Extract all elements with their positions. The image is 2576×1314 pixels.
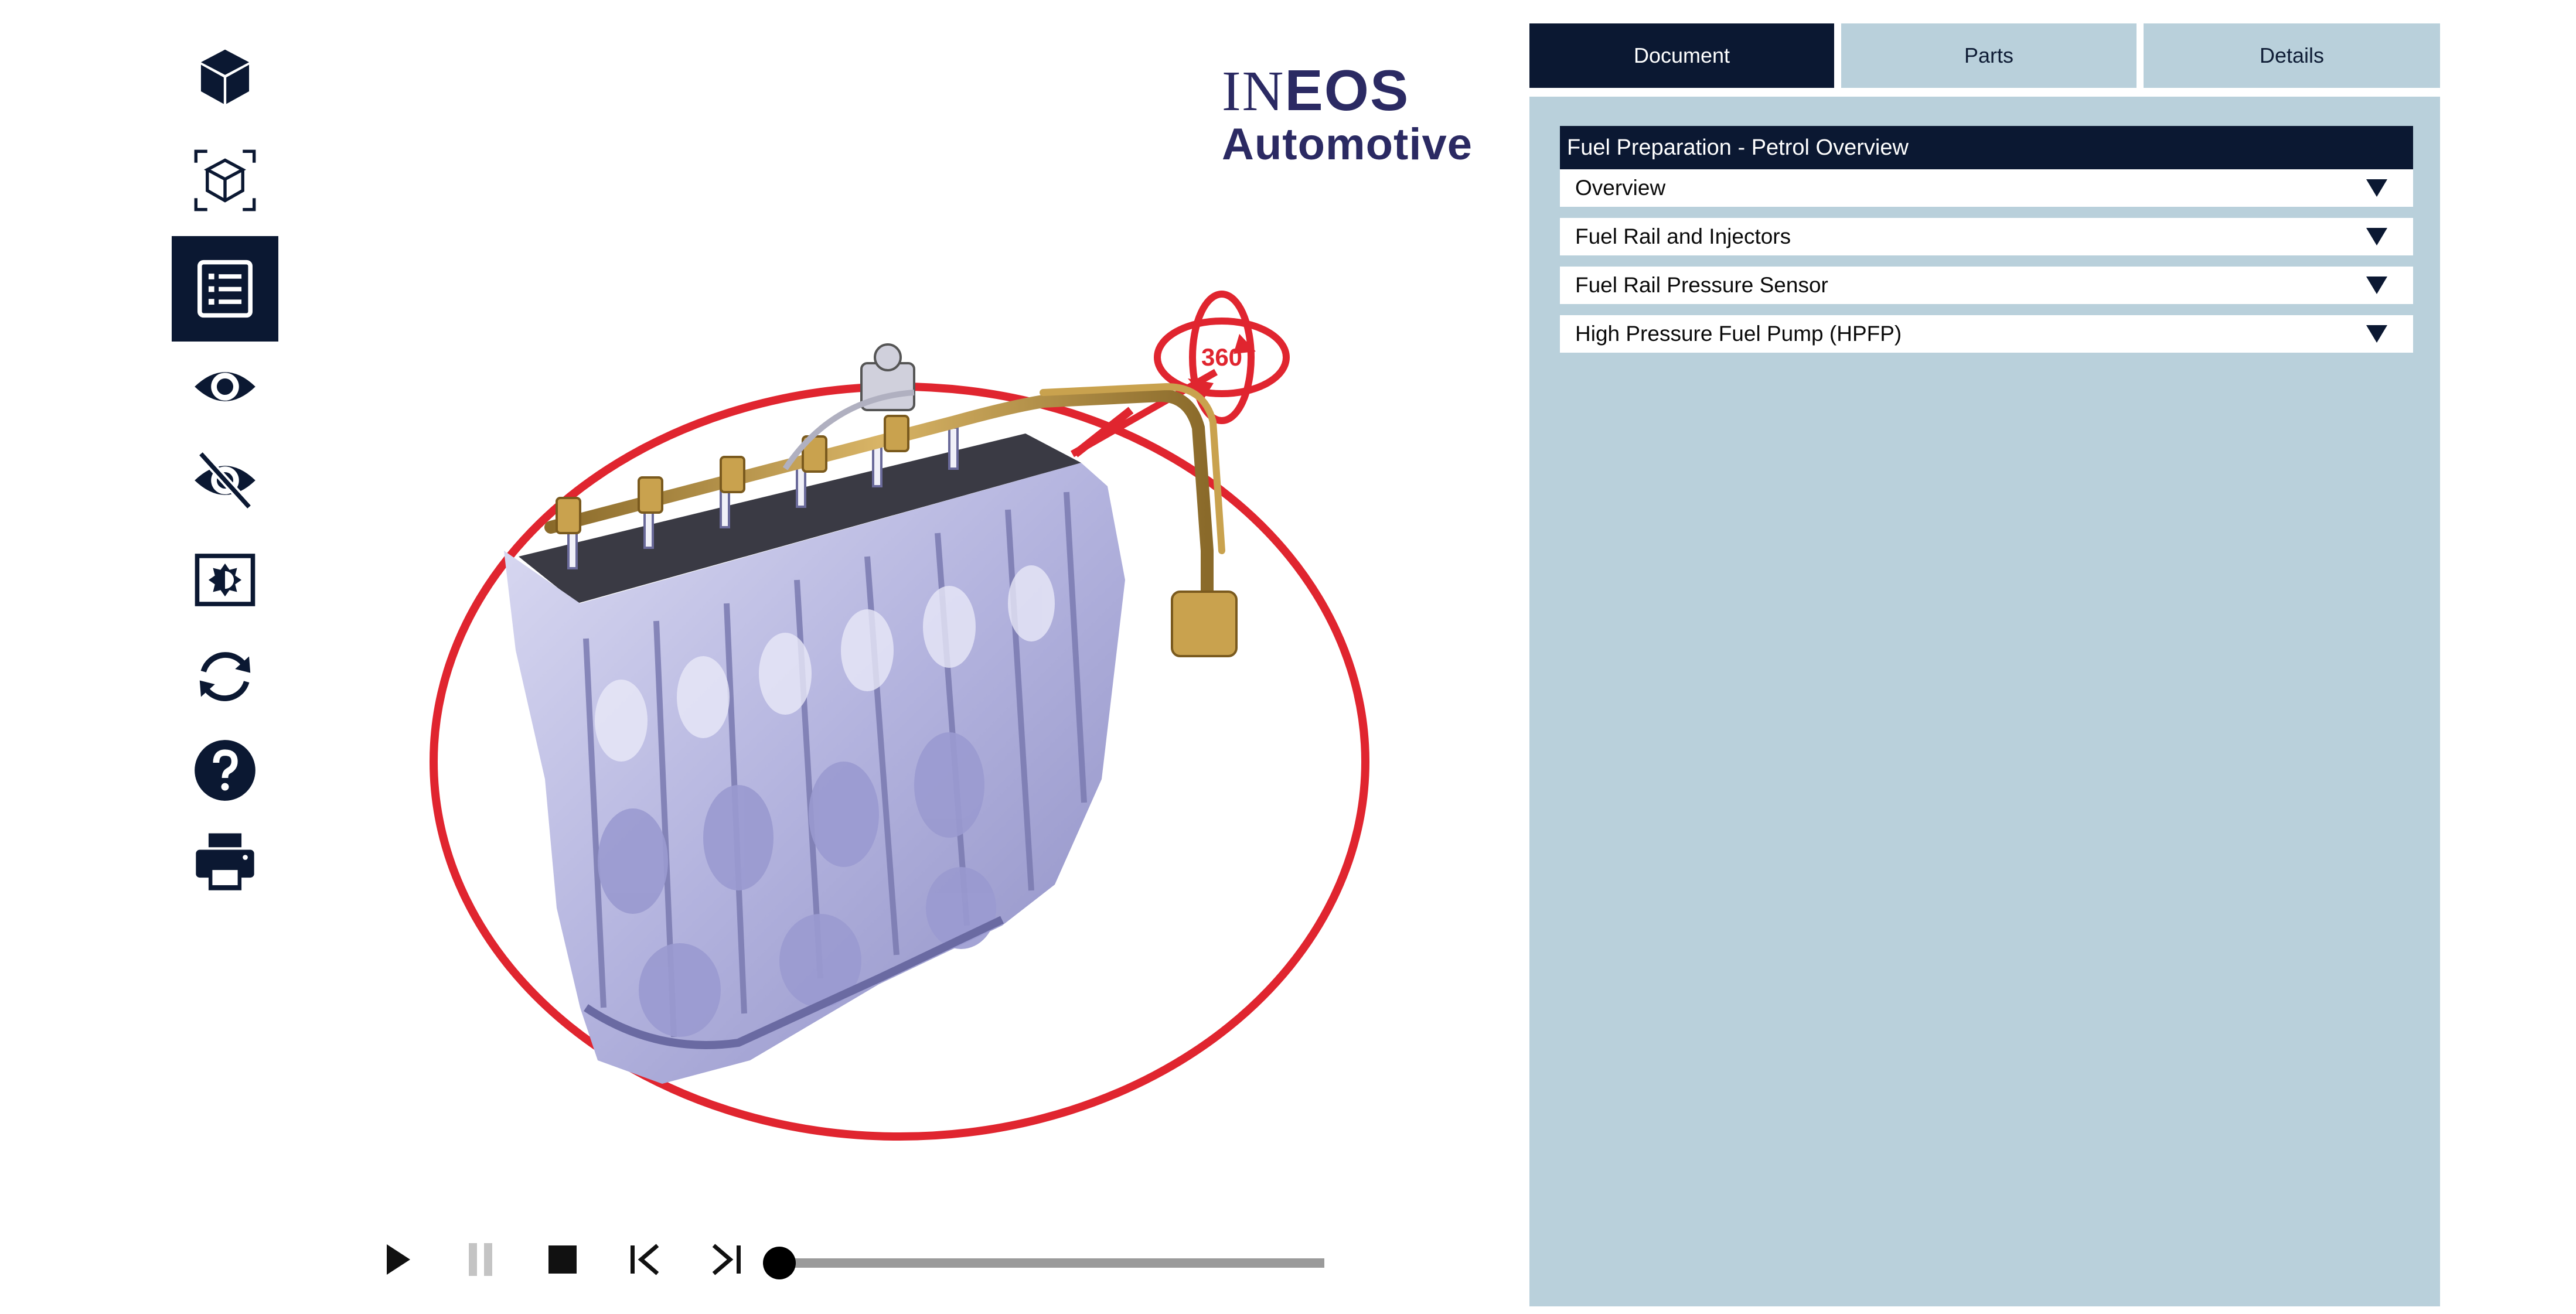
reset-button[interactable] (172, 624, 278, 729)
section-label: Fuel Rail and Injectors (1575, 224, 1791, 248)
eye-off-icon (195, 450, 255, 510)
engine-model-viewer[interactable]: 360 (410, 275, 1406, 1154)
fit-view-button[interactable] (172, 128, 278, 233)
ineos-automotive-logo: INEOS Automotive (1222, 62, 1485, 169)
timeline-track[interactable] (779, 1258, 1324, 1268)
tab-document[interactable]: Document (1529, 23, 1834, 88)
panel-tabs: Document Parts Details (1529, 23, 2440, 88)
section-label: Fuel Rail Pressure Sensor (1575, 273, 1828, 297)
expand-arrow-icon (2366, 277, 2387, 294)
document-title: Fuel Preparation - Petrol Overview (1560, 126, 2413, 169)
contrast-icon (195, 554, 255, 606)
section-fuel-rail-injectors[interactable]: Fuel Rail and Injectors (1560, 218, 2413, 255)
expand-arrow-icon (2366, 228, 2387, 245)
show-button[interactable] (172, 334, 278, 439)
hide-button[interactable] (172, 428, 278, 533)
play-icon (387, 1244, 410, 1275)
skip-forward-icon (712, 1244, 741, 1275)
logo-text-eos: EOS (1284, 58, 1410, 122)
section-fuel-rail-pressure-sensor[interactable]: Fuel Rail Pressure Sensor (1560, 267, 2413, 304)
skip-forward-button[interactable] (703, 1236, 750, 1283)
refresh-icon (199, 652, 251, 701)
play-button[interactable] (374, 1236, 421, 1283)
help-icon (195, 740, 255, 801)
document-list-button[interactable] (172, 236, 278, 342)
pause-icon (469, 1243, 492, 1276)
logo-line1: INEOS (1222, 62, 1485, 120)
stop-icon (548, 1245, 577, 1274)
print-icon (196, 833, 254, 890)
engine-block (504, 426, 1125, 1084)
cube-focus-icon (194, 149, 256, 211)
cube-icon (200, 49, 250, 104)
contrast-button[interactable] (172, 527, 278, 633)
section-label: High Pressure Fuel Pump (HPFP) (1575, 322, 1902, 346)
expand-arrow-icon (2366, 325, 2387, 343)
tab-parts[interactable]: Parts (1841, 23, 2137, 88)
skip-back-button[interactable] (621, 1236, 668, 1283)
skip-back-icon (631, 1244, 659, 1275)
print-button[interactable] (172, 808, 278, 914)
pause-button[interactable] (457, 1236, 504, 1283)
list-document-icon (197, 260, 253, 318)
stop-button[interactable] (539, 1236, 586, 1283)
logo-line2: Automotive (1222, 120, 1473, 169)
section-label: Overview (1575, 176, 1666, 200)
document-panel: Fuel Preparation - Petrol Overview Overv… (1529, 97, 2440, 1306)
tab-details[interactable]: Details (2144, 23, 2440, 88)
timeline-scrubber[interactable] (763, 1247, 796, 1279)
help-button[interactable] (172, 718, 278, 823)
logo-text-in: IN (1222, 60, 1285, 123)
section-hpfp[interactable]: High Pressure Fuel Pump (HPFP) (1560, 315, 2413, 353)
badge-360-text: 360 (1201, 343, 1242, 371)
section-overview[interactable]: Overview (1560, 169, 2413, 207)
cube-view-button[interactable] (172, 23, 278, 129)
expand-arrow-icon (2366, 179, 2387, 197)
eye-icon (195, 372, 255, 401)
